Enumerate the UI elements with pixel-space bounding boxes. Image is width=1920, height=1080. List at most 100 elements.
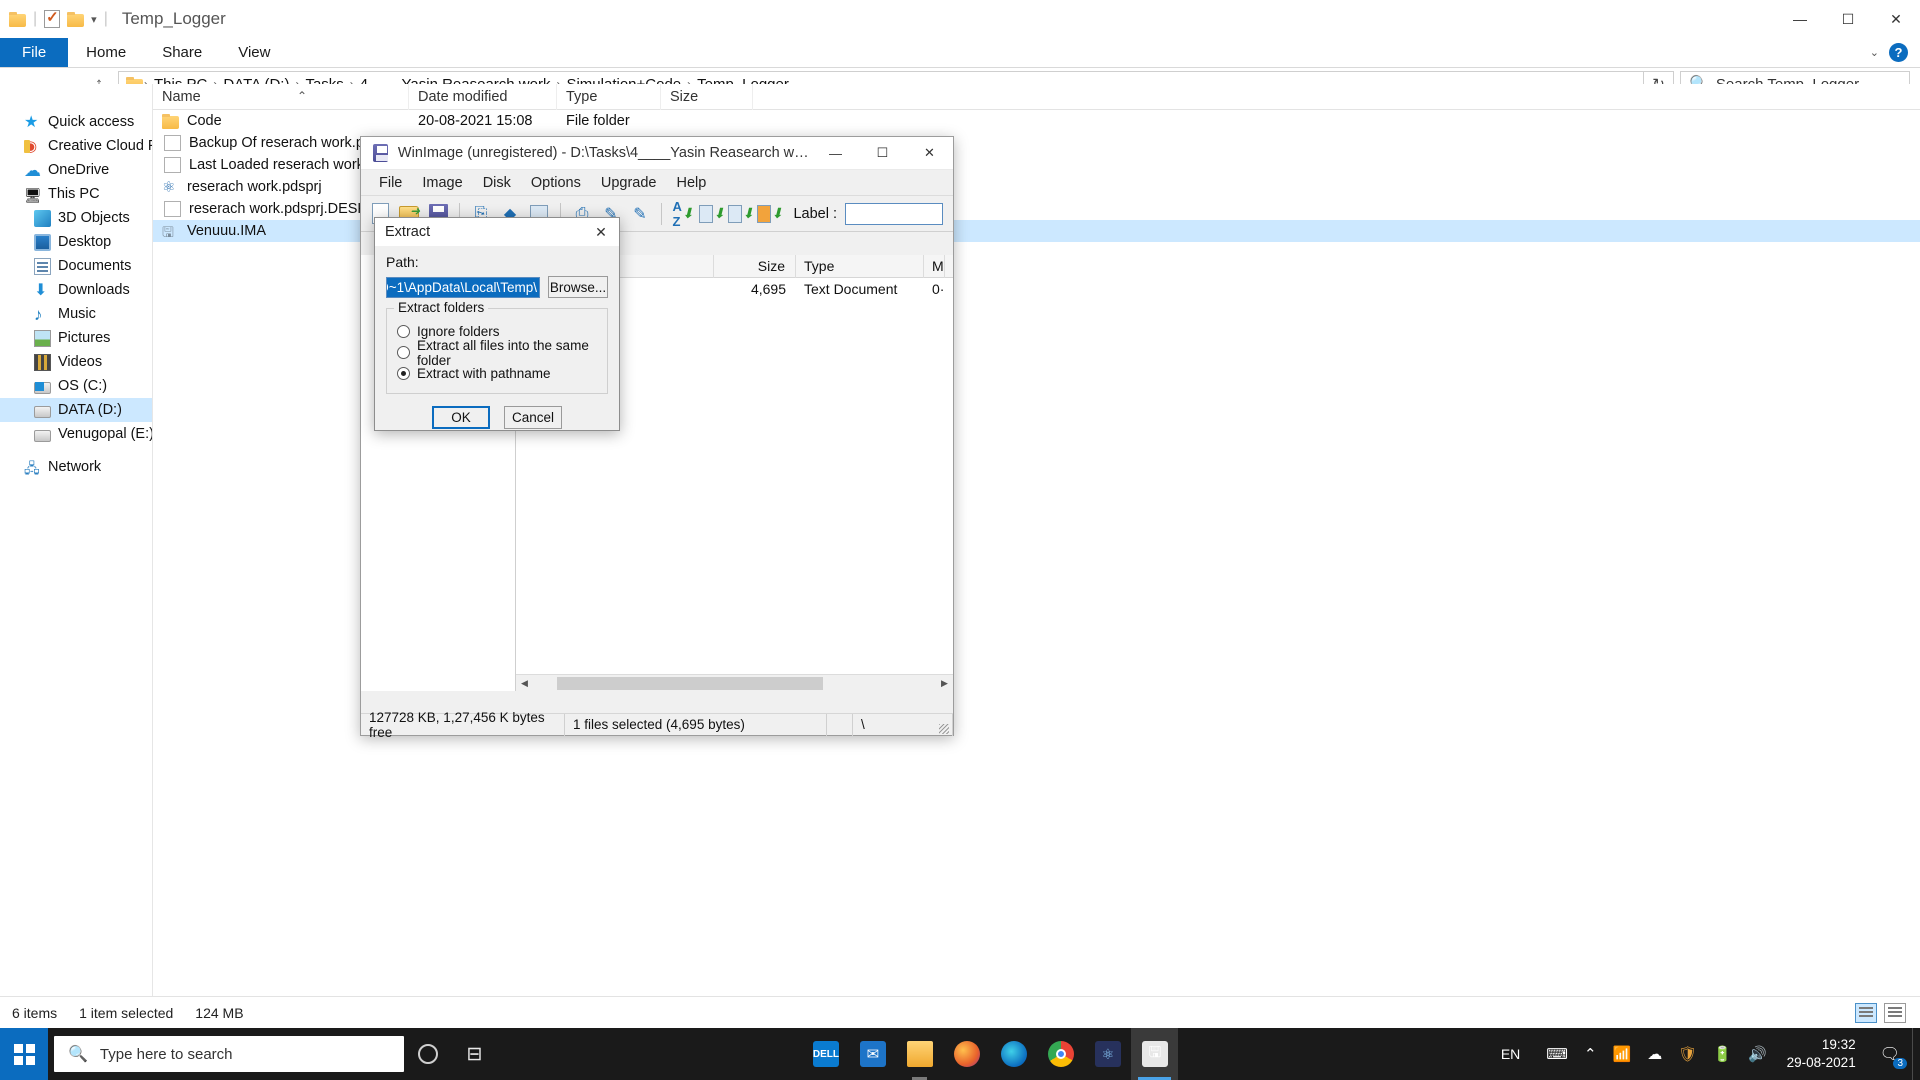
sidebar-item-music[interactable]: Music bbox=[0, 302, 152, 326]
notification-center-button[interactable]: 🗨 3 bbox=[1868, 1028, 1912, 1080]
taskbar-item-dell[interactable]: DELL bbox=[802, 1028, 849, 1080]
sidebar-item-quick-access[interactable]: Quick access bbox=[0, 110, 152, 134]
extract-title-bar: Extract ✕ bbox=[375, 218, 619, 246]
menu-disk[interactable]: Disk bbox=[473, 175, 521, 191]
scroll-left-icon[interactable]: ◀ bbox=[516, 674, 533, 692]
sidebar-item-creative-cloud-files[interactable]: Creative Cloud Files bbox=[0, 134, 152, 158]
sidebar-item-3d-objects[interactable]: 3D Objects bbox=[0, 206, 152, 230]
menu-file[interactable]: File bbox=[369, 175, 412, 191]
browse-button[interactable]: Browse... bbox=[548, 276, 608, 298]
sidebar-item-downloads[interactable]: Downloads bbox=[0, 278, 152, 302]
column-header-date-modified[interactable]: Date modified bbox=[409, 83, 557, 110]
sort-name-icon[interactable]: A Z ⬇ bbox=[670, 199, 696, 229]
status-disk-info: 127728 KB, 1,27,456 K bytes free bbox=[361, 710, 565, 740]
winimage-close-button[interactable]: ✕ bbox=[906, 137, 953, 170]
column-header-name[interactable]: Name bbox=[153, 83, 409, 110]
scrollbar-track[interactable] bbox=[533, 674, 936, 692]
sidebar-item-data-d[interactable]: DATA (D:) bbox=[0, 398, 152, 422]
extract-icon[interactable]: ✎ bbox=[627, 201, 653, 227]
winimage-horizontal-scrollbar[interactable]: ◀ ▶ bbox=[516, 674, 953, 692]
explorer-maximize-button[interactable]: ☐ bbox=[1824, 0, 1872, 38]
firefox-icon bbox=[953, 1041, 980, 1067]
properties-icon[interactable] bbox=[44, 8, 61, 28]
explorer-minimize-button[interactable]: — bbox=[1776, 0, 1824, 38]
table-row[interactable]: Code 20-08-2021 15:08 File folder bbox=[153, 110, 1920, 132]
extract-dialog-body: Path: \UGO~1\AppData\Local\Temp\ Browse.… bbox=[375, 246, 619, 429]
show-hidden-icon[interactable]: ⌃ bbox=[1576, 1028, 1605, 1080]
sidebar-item-os-c[interactable]: OS (C:) bbox=[0, 374, 152, 398]
ok-button[interactable]: OK bbox=[432, 406, 490, 429]
task-view-button[interactable]: ⊟ bbox=[451, 1028, 498, 1080]
radio-label: Extract all files into the same folder bbox=[417, 337, 589, 368]
explorer-close-button[interactable]: ✕ bbox=[1872, 0, 1920, 38]
radio-extract-all-same-folder[interactable]: Extract all files into the same folder bbox=[397, 338, 597, 368]
column-header-size[interactable]: Size bbox=[714, 254, 796, 278]
chevron-down-icon[interactable]: ⌄ bbox=[1870, 46, 1879, 59]
wifi-icon[interactable]: 📶 bbox=[1605, 1028, 1640, 1080]
scroll-right-icon[interactable]: ▶ bbox=[936, 674, 953, 692]
column-header-size[interactable]: Size bbox=[661, 83, 753, 110]
menu-upgrade[interactable]: Upgrade bbox=[591, 175, 667, 191]
sidebar-label: This PC bbox=[48, 186, 100, 202]
taskbar-item-proteus[interactable]: ⚛ bbox=[1084, 1028, 1131, 1080]
tab-share[interactable]: Share bbox=[144, 38, 220, 67]
resize-grip-icon[interactable] bbox=[939, 723, 949, 734]
help-icon[interactable]: ? bbox=[1889, 43, 1908, 62]
column-header-type[interactable]: Type bbox=[796, 254, 924, 278]
path-input[interactable]: \UGO~1\AppData\Local\Temp\ bbox=[386, 276, 540, 298]
sidebar-item-desktop[interactable]: Desktop bbox=[0, 230, 152, 254]
sidebar-item-venugopal-e[interactable]: Venugopal (E:) bbox=[0, 422, 152, 446]
sort-size-icon[interactable]: ⬇ bbox=[728, 201, 754, 227]
column-header-modified[interactable]: M bbox=[924, 254, 945, 278]
ribbon-tabs: File Home Share View ⌄ ? bbox=[0, 38, 1920, 68]
drive-icon bbox=[34, 429, 51, 442]
winimage-minimize-button[interactable]: — bbox=[812, 137, 859, 170]
sidebar-item-onedrive[interactable]: OneDrive bbox=[0, 158, 152, 182]
taskbar-item-edge[interactable] bbox=[990, 1028, 1037, 1080]
tab-home[interactable]: Home bbox=[68, 38, 144, 67]
tab-file[interactable]: File bbox=[0, 38, 69, 67]
show-desktop-button[interactable] bbox=[1912, 1028, 1920, 1080]
sidebar-item-documents[interactable]: Documents bbox=[0, 254, 152, 278]
sort-ext-icon[interactable]: ⬇ bbox=[699, 201, 725, 227]
customize-caret-icon[interactable]: ▾ bbox=[91, 13, 97, 26]
cancel-button[interactable]: Cancel bbox=[504, 406, 562, 429]
tab-view[interactable]: View bbox=[220, 38, 288, 67]
volume-icon[interactable]: 🔊 bbox=[1740, 1028, 1775, 1080]
winimage-maximize-button[interactable]: ☐ bbox=[859, 137, 906, 170]
antivirus-icon[interactable]: 🛡 bbox=[1670, 1028, 1705, 1080]
taskbar-item-mail[interactable]: ✉ bbox=[849, 1028, 896, 1080]
menu-help[interactable]: Help bbox=[667, 175, 717, 191]
toolbar-separator bbox=[661, 202, 662, 225]
label-input[interactable] bbox=[845, 202, 943, 225]
new-folder-icon[interactable] bbox=[67, 11, 85, 27]
clock[interactable]: 19:32 29-08-2021 bbox=[1775, 1028, 1868, 1080]
taskbar-item-winimage[interactable]: 🖫 bbox=[1131, 1028, 1179, 1080]
explorer-status-bar: 6 items 1 item selected 124 MB bbox=[0, 996, 1920, 1028]
onedrive-tray-icon[interactable]: ☁ bbox=[1639, 1028, 1670, 1080]
start-button[interactable] bbox=[0, 1028, 48, 1080]
taskbar-search-input[interactable]: 🔍 Type here to search bbox=[54, 1036, 404, 1072]
menu-options[interactable]: Options bbox=[521, 175, 591, 191]
taskbar-item-firefox[interactable] bbox=[943, 1028, 990, 1080]
sort-date-icon[interactable]: ⬇ bbox=[757, 201, 783, 227]
sidebar-label: Venugopal (E:) bbox=[58, 426, 152, 442]
keyboard-icon[interactable]: ⌨ bbox=[1538, 1028, 1576, 1080]
sidebar-item-this-pc[interactable]: This PC bbox=[0, 182, 152, 206]
taskbar-item-chrome[interactable] bbox=[1037, 1028, 1084, 1080]
close-icon[interactable]: ✕ bbox=[583, 218, 619, 246]
battery-icon[interactable]: 🔋 bbox=[1705, 1028, 1740, 1080]
taskbar-item-file-explorer[interactable] bbox=[896, 1028, 943, 1080]
details-view-icon[interactable] bbox=[1855, 1002, 1877, 1023]
column-header-type[interactable]: Type bbox=[557, 83, 661, 110]
menu-image[interactable]: Image bbox=[412, 175, 472, 191]
sidebar-item-network[interactable]: Network bbox=[0, 455, 152, 479]
large-icons-view-icon[interactable] bbox=[1884, 1002, 1906, 1023]
sidebar-item-videos[interactable]: Videos bbox=[0, 350, 152, 374]
pane-collapse-icon[interactable]: ⌃ bbox=[297, 89, 307, 103]
folder-icon[interactable] bbox=[9, 11, 26, 27]
file-explorer-window: | ▾ | Temp_Logger — ☐ ✕ File Home Share … bbox=[0, 0, 1920, 1028]
cortana-button[interactable] bbox=[404, 1028, 451, 1080]
sidebar-item-pictures[interactable]: Pictures bbox=[0, 326, 152, 350]
language-indicator[interactable]: EN bbox=[1483, 1046, 1538, 1062]
